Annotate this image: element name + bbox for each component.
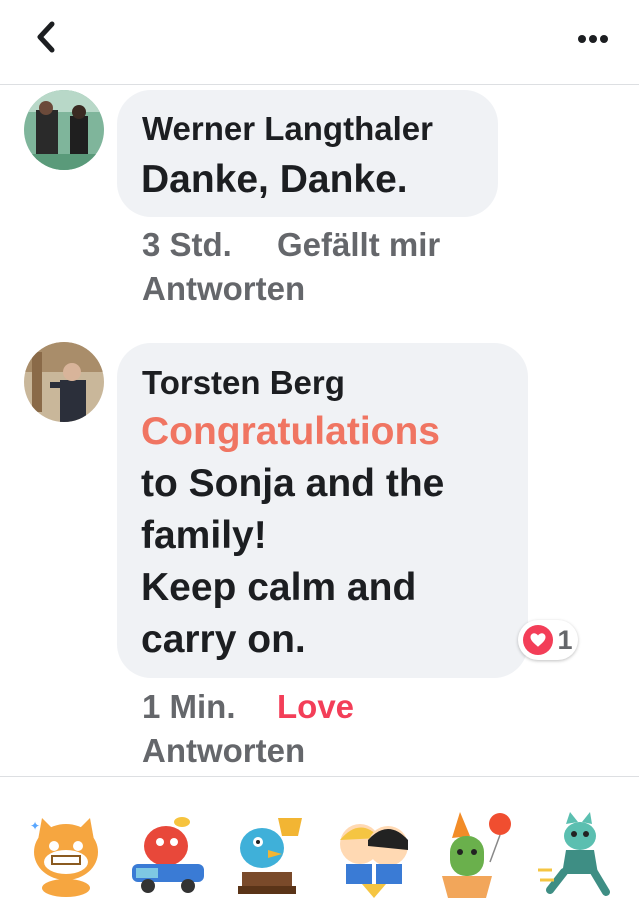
running-cat-sticker[interactable] bbox=[536, 810, 620, 898]
avatar[interactable] bbox=[24, 342, 104, 422]
chevron-left-icon bbox=[37, 21, 55, 53]
bird-trophy-sticker[interactable] bbox=[228, 810, 312, 898]
comment-timestamp: 3 Std. bbox=[142, 226, 232, 263]
reply-button[interactable]: Antworten bbox=[142, 732, 305, 770]
comment-author[interactable]: Werner Langthaler bbox=[142, 110, 433, 148]
comment-text: Danke, Danke. bbox=[141, 158, 408, 201]
love-reaction-button[interactable]: Love bbox=[277, 688, 354, 726]
reaction-count: 1 bbox=[557, 624, 573, 655]
comment-timestamp: 1 Min. bbox=[142, 688, 236, 725]
reaction-badge[interactable]: 1 bbox=[518, 620, 578, 660]
avatar[interactable] bbox=[24, 90, 104, 170]
comment-text-line: Keep calm and bbox=[141, 566, 417, 609]
comment-text-line: family! bbox=[141, 514, 267, 557]
reply-button[interactable]: Antworten bbox=[142, 270, 305, 308]
dinosaur-car-sticker[interactable] bbox=[126, 810, 210, 898]
heart-icon bbox=[523, 625, 554, 655]
comment-text-line: to Sonja and the bbox=[141, 462, 445, 505]
comment-text-line: carry on. bbox=[141, 618, 306, 661]
back-button[interactable] bbox=[30, 18, 66, 58]
more-horizontal-icon bbox=[578, 35, 608, 43]
comment-highlight-text: Congratulations bbox=[141, 410, 440, 453]
sticker-tray: ✦ bbox=[0, 800, 639, 908]
more-options-button[interactable] bbox=[573, 24, 613, 54]
top-bar bbox=[0, 0, 639, 85]
cactus-party-sticker[interactable] bbox=[434, 810, 518, 898]
kids-hug-sticker[interactable] bbox=[332, 810, 416, 898]
comment-author[interactable]: Torsten Berg bbox=[142, 364, 345, 402]
svg-text:✦: ✦ bbox=[30, 819, 40, 833]
cat-sticker[interactable]: ✦ bbox=[24, 810, 108, 898]
like-button[interactable]: Gefällt mir bbox=[277, 226, 440, 264]
divider bbox=[0, 776, 639, 777]
